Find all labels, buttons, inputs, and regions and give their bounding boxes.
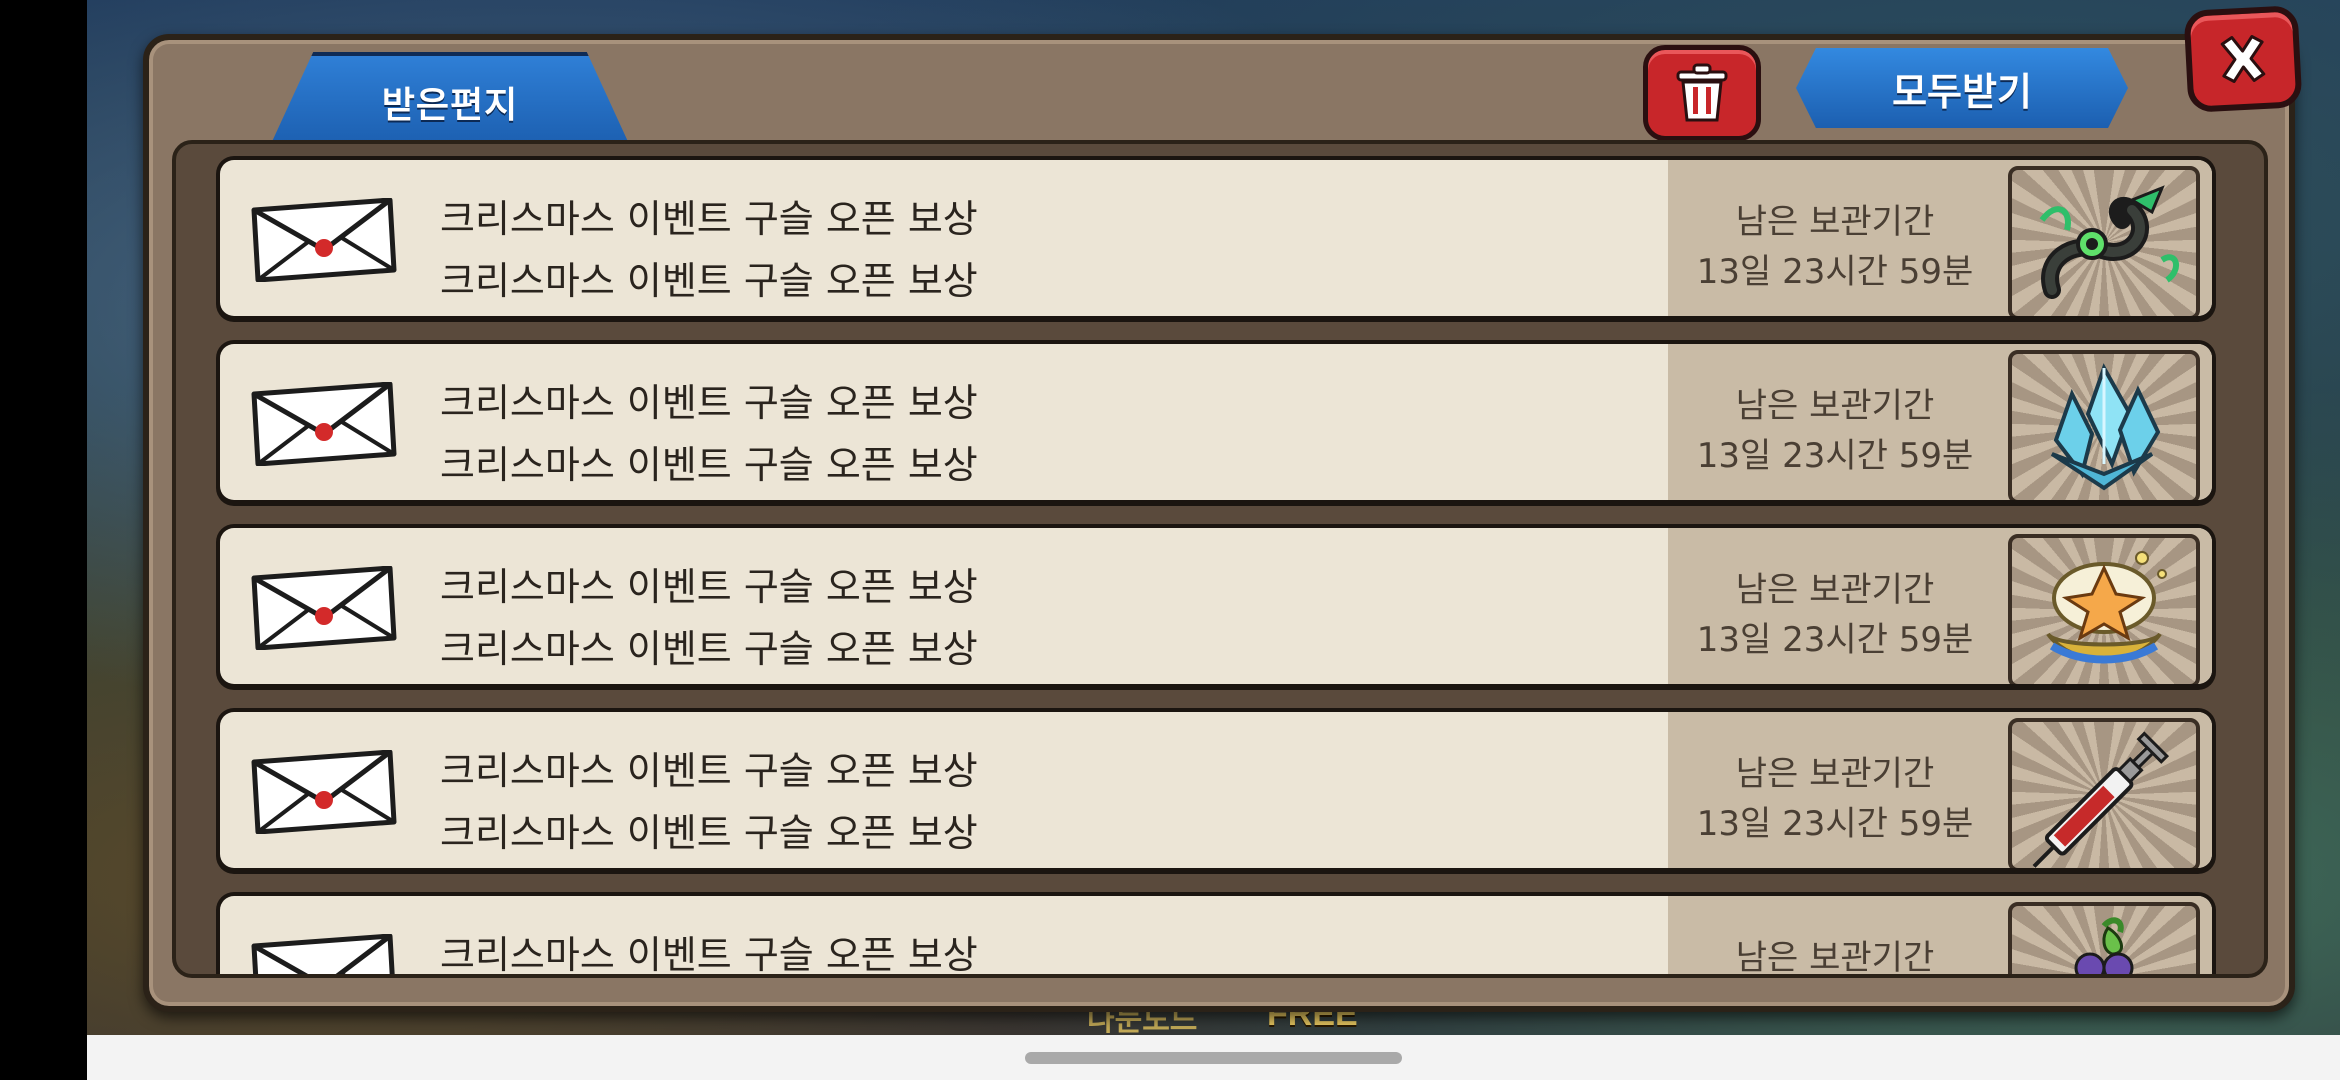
reward-item-slot[interactable] xyxy=(2008,166,2200,316)
reward-item-slot[interactable] xyxy=(2008,718,2200,868)
trash-icon xyxy=(1676,63,1728,122)
retention-time: 13일 23시간 59분 xyxy=(1696,436,1974,476)
mail-subtitle: 크리스마스 이벤트 구슬 오픈 보상 xyxy=(440,627,978,671)
reward-item-slot[interactable] xyxy=(2008,534,2200,684)
mail-title: 크리스마스 이벤트 구슬 오픈 보상 xyxy=(440,197,978,241)
delete-button[interactable] xyxy=(1643,45,1761,141)
close-x-icon xyxy=(2220,35,2266,83)
mail-title: 크리스마스 이벤트 구슬 오픈 보상 xyxy=(440,565,978,609)
grape-icon xyxy=(2074,917,2134,974)
receive-all-label: 모두받기 xyxy=(1892,69,2032,114)
mail-row[interactable]: 크리스마스 이벤트 구슬 오픈 보상 크리스마스 이벤트 구슬 오픈 보상 남은… xyxy=(216,156,2216,322)
close-button[interactable] xyxy=(2183,5,2303,113)
mail-row[interactable]: 크리스마스 이벤트 구슬 오픈 보상 크리스마스 이벤트 구슬 오픈 보상 남은… xyxy=(216,524,2216,690)
tab-received-mail-label: 받은편지 xyxy=(381,85,519,126)
retention-label: 남은 보관기간 xyxy=(1735,202,1935,242)
retention-time: 13일 23시간 59분 xyxy=(1696,620,1974,660)
reward-item-slot[interactable] xyxy=(2008,902,2200,974)
reward-item-slot[interactable] xyxy=(2008,350,2200,500)
envelope-icon xyxy=(251,566,397,650)
mail-list[interactable]: 크리스마스 이벤트 구슬 오픈 보상 크리스마스 이벤트 구슬 오픈 보상 남은… xyxy=(172,140,2268,978)
mail-subtitle: 크리스마스 이벤트 구슬 오픈 보상 xyxy=(440,443,978,487)
receive-all-button[interactable]: 모두받기 xyxy=(1796,48,2128,128)
gesture-handle[interactable] xyxy=(1025,1052,1402,1064)
envelope-icon xyxy=(251,750,397,834)
envelope-icon xyxy=(251,934,395,974)
mail-row[interactable]: 크리스마스 이벤트 구슬 오픈 보상 남은 보관기간 xyxy=(216,892,2216,978)
retention-label: 남은 보관기간 xyxy=(1735,754,1935,794)
mail-title: 크리스마스 이벤트 구슬 오픈 보상 xyxy=(440,933,978,977)
envelope-icon xyxy=(251,382,397,466)
retention-label: 남은 보관기간 xyxy=(1735,570,1935,610)
retention-time: 13일 23시간 59분 xyxy=(1696,804,1974,844)
mail-row[interactable]: 크리스마스 이벤트 구슬 오픈 보상 크리스마스 이벤트 구슬 오픈 보상 남은… xyxy=(216,708,2216,874)
crystal-icon xyxy=(2050,363,2161,491)
mail-title: 크리스마스 이벤트 구슬 오픈 보상 xyxy=(440,749,978,793)
mail-row[interactable]: 크리스마스 이벤트 구슬 오픈 보상 크리스마스 이벤트 구슬 오픈 보상 남은… xyxy=(216,340,2216,506)
mail-subtitle: 크리스마스 이벤트 구슬 오픈 보상 xyxy=(440,811,978,855)
envelope-icon xyxy=(251,198,397,282)
jeweled-crown-icon xyxy=(2046,551,2167,664)
mail-title: 크리스마스 이벤트 구슬 오픈 보상 xyxy=(440,381,978,425)
mail-subtitle: 크리스마스 이벤트 구슬 오픈 보상 xyxy=(440,259,978,303)
retention-label: 남은 보관기간 xyxy=(1735,386,1935,426)
dark-dragon-icon xyxy=(2039,185,2179,299)
retention-time: 13일 23시간 59분 xyxy=(1696,252,1974,292)
retention-label: 남은 보관기간 xyxy=(1735,938,1935,978)
syringe-icon xyxy=(2032,731,2170,868)
